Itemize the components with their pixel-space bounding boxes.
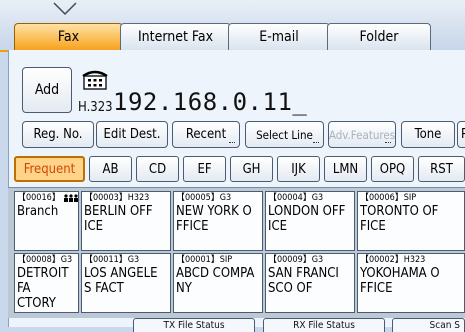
tab-folder[interactable]: Folder [327,23,431,50]
entry-number: 【00016】 [17,193,61,203]
pause-button[interactable]: P [457,121,465,148]
index-tab-frequent[interactable]: Frequent [14,156,85,182]
tone-button[interactable]: Tone [401,121,455,148]
entry-number: 【00004】 [268,193,312,203]
entry-line-type: G3 [60,255,73,265]
tab-fax[interactable]: Fax [14,23,123,50]
entry-name: NEW YORK O FFICE [176,204,252,234]
entry-name: YOKOHAMA O FFICE [360,266,440,296]
address-entry[interactable]: 【00005】G3 NEW YORK O FFICE [173,191,263,251]
address-entry[interactable]: 【00002】H323 YOKOHAMA O FFICE [357,253,465,313]
entry-number: 【00002】 [360,255,404,265]
entry-line-type: SIP [219,255,233,265]
address-entry[interactable]: 【00006】SIP TORONTO OF FICE [357,191,465,251]
entry-number: 【00006】 [360,193,404,203]
entry-line-type: G3 [311,255,324,265]
entry-name: DETROIT FA CTORY [17,266,69,311]
edit-dest-button[interactable]: Edit Dest. [96,121,168,148]
entry-name: LONDON OFF ICE [268,204,346,234]
entry-line-type: H323 [127,193,150,203]
address-entry[interactable]: 【00008】G3 DETROIT FA CTORY [14,253,79,313]
entry-line-type: G3 [311,193,324,203]
address-entry[interactable]: 【00016】 Branch [14,191,79,251]
entry-number: 【00005】 [176,193,220,203]
address-entry[interactable]: 【00004】G3 LONDON OFF ICE [265,191,355,251]
entry-line-type: G3 [127,255,140,265]
recent-button[interactable]: Recent [172,121,240,148]
reg-no-button[interactable]: Reg. No. [22,121,94,148]
entry-number: 【00001】 [176,255,220,265]
entry-name: BERLIN OFF ICE [84,204,153,234]
index-tab-ijk[interactable]: IJK [277,156,320,182]
destination-tab-bar: Fax Internet Fax E-mail Folder [0,0,465,52]
entry-number: 【00011】 [84,255,128,265]
select-line-button[interactable]: Select Line [245,121,324,148]
address-entry[interactable]: 【00003】H323 BERLIN OFF ICE [81,191,171,251]
tab-email[interactable]: E-mail [228,23,330,50]
tx-file-status-button[interactable]: TX File Status [133,318,255,332]
address-entry[interactable]: 【00011】G3 LOS ANGELE S FACT [81,253,171,313]
index-tab-cd[interactable]: CD [136,156,179,182]
adv-features-button: Adv.Features [328,121,396,148]
entry-line-type: G3 [219,193,232,203]
destination-number: 192.168.0.11_ [113,88,308,116]
entry-name: TORONTO OF FICE [360,204,439,234]
index-tab-opq[interactable]: OPQ [371,156,414,182]
group-icon [64,193,78,202]
index-tab-gh[interactable]: GH [230,156,273,182]
entry-name: LOS ANGELE S FACT [84,266,158,296]
phone-handset-icon [82,70,108,90]
index-tab-lmn[interactable]: LMN [324,156,367,182]
address-entry[interactable]: 【00001】SIP ABCD COMPA NY [173,253,263,313]
tab-pointer-icon [53,2,77,16]
index-tab-ef[interactable]: EF [183,156,226,182]
address-entry[interactable]: 【00009】G3 SAN FRANCI SCO OF [265,253,355,313]
tab-internet-fax[interactable]: Internet Fax [120,23,231,50]
entry-number: 【00003】 [84,193,128,203]
entry-line-type: H323 [403,255,426,265]
entry-number: 【00009】 [268,255,312,265]
entry-name: Branch [17,204,59,219]
entry-number: 【00008】 [17,255,61,265]
scan-settings-button[interactable]: Scan S [392,318,465,332]
index-tab-ab[interactable]: AB [89,156,132,182]
entry-line-type: SIP [403,193,417,203]
add-button[interactable]: Add [22,67,72,113]
entry-name: SAN FRANCI SCO OF [268,266,339,296]
rx-file-status-button[interactable]: RX File Status [263,318,385,332]
entry-name: ABCD COMPA NY [176,266,255,296]
index-tab-rst[interactable]: RST [418,156,465,182]
protocol-label: H.323 [78,100,113,115]
